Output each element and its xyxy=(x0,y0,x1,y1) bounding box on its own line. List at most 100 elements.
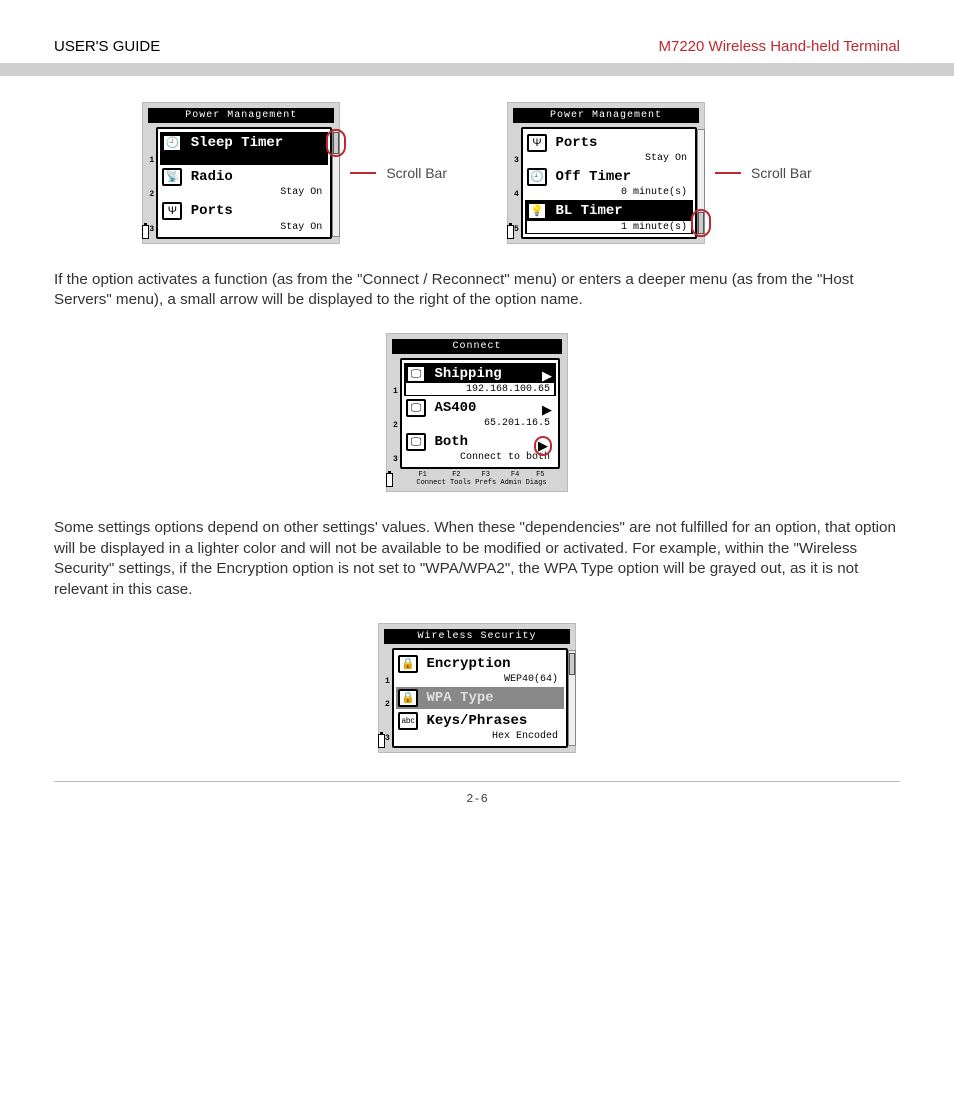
servers-icon: 🖵 xyxy=(406,433,426,451)
lock-icon: 🔒 xyxy=(398,655,418,673)
callout-circle xyxy=(691,209,711,237)
arrow-icon: ▶ xyxy=(534,436,552,456)
row-label: Both xyxy=(434,434,468,450)
row-number: 3 xyxy=(393,455,398,464)
row-number: 5 xyxy=(514,225,519,234)
callout-label: Scroll Bar xyxy=(751,165,812,181)
battery-icon xyxy=(507,225,514,239)
row-value: Hex Encoded xyxy=(398,730,562,742)
terminal-body: 1 🖵 Shipping ▶ 192.168.100.65 2 🖵 AS400 … xyxy=(400,358,560,470)
terminal-pm1: Power Management 1 🕘 Sleep Timer 5 minut… xyxy=(142,102,340,244)
bulb-icon: 💡 xyxy=(527,202,547,220)
row-label: Keys/Phrases xyxy=(426,713,527,729)
menu-item-shipping[interactable]: 1 🖵 Shipping ▶ 192.168.100.65 xyxy=(404,363,556,396)
footer-rule xyxy=(54,781,900,782)
row-number: 1 xyxy=(385,677,390,686)
usb-icon: Ψ xyxy=(162,202,182,220)
page-number: 2-6 xyxy=(0,792,954,806)
row-value: 192.168.100.65 xyxy=(406,383,554,395)
menu-item-radio[interactable]: 2 📡 Radio Stay On xyxy=(160,166,328,199)
row-label: WPA Type xyxy=(426,690,493,706)
callout-line xyxy=(350,172,376,174)
row-value: Connect to both xyxy=(406,451,554,463)
server-icon: 🖵 xyxy=(406,399,426,417)
scroll-bar[interactable] xyxy=(568,650,576,747)
row-value: 5 minute(s) xyxy=(162,152,326,164)
paragraph-2: Some settings options depend on other se… xyxy=(54,518,900,600)
row-number: 3 xyxy=(514,156,519,165)
row-label: Off Timer xyxy=(555,169,631,185)
clock-icon: 🕘 xyxy=(162,134,182,152)
page-header: USER'S GUIDE M7220 Wireless Hand-held Te… xyxy=(0,0,954,63)
row-value: Stay On xyxy=(527,152,691,164)
row-number: 2 xyxy=(385,700,390,709)
menu-item-ports[interactable]: 3 Ψ Ports Stay On xyxy=(160,200,328,233)
menu-item-sleep-timer[interactable]: 1 🕘 Sleep Timer 5 minute(s) xyxy=(160,132,328,165)
menu-item-ports[interactable]: 3 Ψ Ports Stay On xyxy=(525,132,693,165)
terminal-title: Power Management xyxy=(513,108,699,123)
battery-icon xyxy=(378,734,385,748)
figure-row-2: Connect 1 🖵 Shipping ▶ 192.168.100.65 2 … xyxy=(54,333,900,493)
terminal-wireless-security: Wireless Security 1 🔒 Encryption WEP40(6… xyxy=(378,623,576,754)
header-left: USER'S GUIDE xyxy=(54,38,160,55)
callout-circle xyxy=(326,129,346,157)
menu-item-off-timer[interactable]: 4 🕘 Off Timer 0 minute(s) xyxy=(525,166,693,199)
radio-icon: 📡 xyxy=(162,168,182,186)
lock-icon: 🔒 xyxy=(398,689,418,707)
terminal-body: 3 Ψ Ports Stay On 4 🕘 Off Timer 0 minute… xyxy=(521,127,697,239)
clock-icon: 🕘 xyxy=(527,168,547,186)
server-icon: 🖵 xyxy=(406,365,426,383)
battery-icon xyxy=(386,473,393,487)
menu-item-wpa-type: 2 🔒 WPA Type xyxy=(396,687,564,709)
terminal-title: Connect xyxy=(392,339,562,354)
row-label: Ports xyxy=(555,135,597,151)
row-label: Ports xyxy=(191,203,233,219)
menu-item-as400[interactable]: 2 🖵 AS400 ▶ 65.201.16.5 xyxy=(404,397,556,430)
arrow-icon: ▶ xyxy=(542,368,552,384)
terminal-connect: Connect 1 🖵 Shipping ▶ 192.168.100.65 2 … xyxy=(386,333,568,493)
row-label: Radio xyxy=(191,169,233,185)
row-value: Stay On xyxy=(162,186,326,198)
row-value xyxy=(398,707,562,708)
figure-row-1: Power Management 1 🕘 Sleep Timer 5 minut… xyxy=(54,102,900,244)
row-value: 65.201.16.5 xyxy=(406,417,554,429)
scroll-thumb[interactable] xyxy=(569,653,575,675)
row-value: 1 minute(s) xyxy=(527,221,691,233)
arrow-icon: ▶ xyxy=(542,402,552,418)
row-number: 4 xyxy=(514,190,519,199)
terminal-title: Power Management xyxy=(148,108,334,123)
terminal-title: Wireless Security xyxy=(384,629,570,644)
terminal-pm1-wrap: Power Management 1 🕘 Sleep Timer 5 minut… xyxy=(142,102,447,244)
menu-item-both[interactable]: 3 🖵 Both ▶ Connect to both xyxy=(404,431,556,464)
row-label: BL Timer xyxy=(555,203,622,219)
callout-label: Scroll Bar xyxy=(386,165,447,181)
menu-item-encryption[interactable]: 1 🔒 Encryption WEP40(64) xyxy=(396,653,564,686)
callout-line xyxy=(715,172,741,174)
row-label: AS400 xyxy=(434,400,476,416)
terminal-body: 1 🔒 Encryption WEP40(64) 2 🔒 WPA Type 3 … xyxy=(392,648,568,749)
row-number: 1 xyxy=(149,156,154,165)
row-value: WEP40(64) xyxy=(398,673,562,685)
abc-icon: abc xyxy=(398,712,418,730)
row-number: 1 xyxy=(393,387,398,396)
terminal-body: 1 🕘 Sleep Timer 5 minute(s) 2 📡 Radio St… xyxy=(156,127,332,239)
row-label: Sleep Timer xyxy=(191,135,283,151)
figure-row-3: Wireless Security 1 🔒 Encryption WEP40(6… xyxy=(54,623,900,754)
row-number: 2 xyxy=(149,190,154,199)
row-value: 0 minute(s) xyxy=(527,186,691,198)
terminal-pm2: Power Management 3 Ψ Ports Stay On 4 🕘 O… xyxy=(507,102,705,244)
menu-item-bl-timer[interactable]: 5 💡 BL Timer 1 minute(s) xyxy=(525,200,693,233)
header-bar xyxy=(0,63,954,76)
row-value: Stay On xyxy=(162,221,326,233)
row-label: Encryption xyxy=(426,656,510,672)
usb-icon: Ψ xyxy=(527,134,547,152)
row-label: Shipping xyxy=(434,366,501,382)
battery-icon xyxy=(142,225,149,239)
terminal-pm2-wrap: Power Management 3 Ψ Ports Stay On 4 🕘 O… xyxy=(507,102,812,244)
softkey-bar: F1 F2 F3 F4 F5 Connect Tools Prefs Admin… xyxy=(400,471,563,487)
row-number: 3 xyxy=(149,225,154,234)
paragraph-1: If the option activates a function (as f… xyxy=(54,270,900,311)
row-number: 3 xyxy=(385,734,390,743)
menu-item-keys-phrases[interactable]: 3 abc Keys/Phrases Hex Encoded xyxy=(396,710,564,743)
row-number: 2 xyxy=(393,421,398,430)
